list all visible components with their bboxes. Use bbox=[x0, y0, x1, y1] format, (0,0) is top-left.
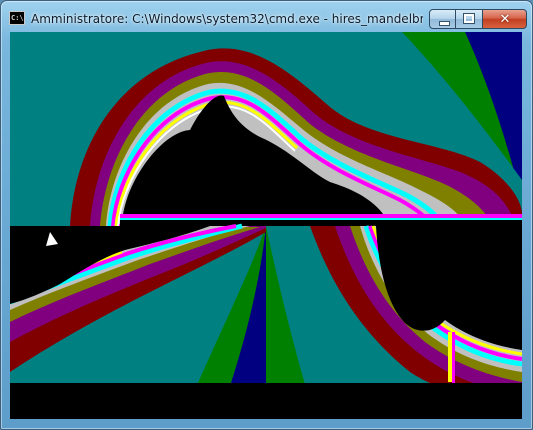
close-icon: ✕ bbox=[499, 12, 511, 27]
console-output-area[interactable] bbox=[10, 32, 522, 401]
console-bottom-row bbox=[10, 401, 522, 419]
fractal-bottom-right-panel bbox=[266, 225, 522, 401]
window-title: Amministratore: C:\Windows\system32\cmd.… bbox=[31, 12, 423, 26]
fractal-bottom-left-panel bbox=[10, 223, 266, 401]
minimize-icon bbox=[439, 21, 450, 26]
console-window: C:\ Amministratore: C:\Windows\system32\… bbox=[0, 0, 533, 430]
mandelbrot-fractal-image bbox=[10, 32, 522, 401]
cmd-icon: C:\ bbox=[9, 11, 25, 25]
fractal-top-panel bbox=[10, 32, 522, 229]
maximize-icon bbox=[463, 13, 475, 24]
maximize-button[interactable] bbox=[456, 9, 483, 29]
close-button[interactable]: ✕ bbox=[483, 9, 527, 29]
title-bar[interactable]: C:\ Amministratore: C:\Windows\system32\… bbox=[1, 1, 533, 33]
minimize-button[interactable] bbox=[429, 9, 456, 29]
